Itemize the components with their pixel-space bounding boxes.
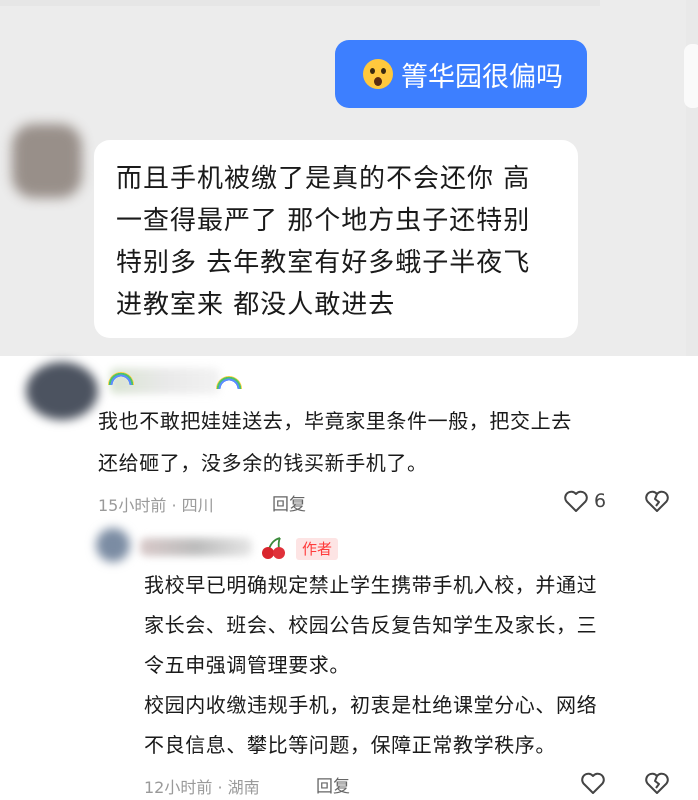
comment-text-line: 家长会、班会、校园公告反复告知学生及家长，三 — [144, 613, 598, 637]
comment-text-line: 还给砸了，没多余的钱买新手机了。 — [98, 451, 428, 475]
rainbow-icon — [216, 376, 242, 389]
comment-text-line: 令五申强调管理要求。 — [144, 653, 350, 677]
reply-button[interactable]: 回复 — [316, 772, 350, 797]
author-badge: 作者 — [296, 538, 339, 560]
shocked-emoji-icon — [363, 59, 393, 89]
cherry-icon — [262, 537, 285, 559]
incoming-message-line: 进教室来 都没人敢进去 — [116, 290, 396, 320]
author-avatar[interactable] — [96, 528, 130, 562]
incoming-message-line: 一查得最严了 那个地方虫子还特别 — [116, 206, 531, 236]
incoming-message-line: 特别多 去年教室有好多蛾子半夜飞 — [116, 248, 531, 278]
outgoing-message-bubble[interactable]: 箐华园很偏吗 — [335, 40, 587, 108]
like-count: 6 — [594, 490, 607, 512]
chat-top-strip — [0, 0, 600, 6]
contact-avatar[interactable] — [12, 124, 82, 198]
chat-right-edge — [684, 0, 698, 356]
incoming-message-bubble[interactable]: 而且手机被缴了是真的不会还你 高 一查得最严了 那个地方虫子还特别 特别多 去年… — [94, 140, 578, 338]
author-name-blurred[interactable] — [140, 538, 252, 556]
comment-text-line: 校园内收缴违规手机，初衷是杜绝课堂分心、网络 — [144, 693, 598, 717]
broken-heart-icon[interactable] — [644, 489, 670, 513]
comment-time-location: 15小时前 · 四川 — [98, 496, 214, 515]
outgoing-message-text: 箐华园很偏吗 — [401, 61, 563, 93]
comment-time-location: 12小时前 · 湖南 — [144, 778, 260, 797]
heart-outline-icon[interactable] — [563, 489, 589, 513]
reply-button[interactable]: 回复 — [272, 490, 306, 515]
heart-outline-icon[interactable] — [580, 771, 606, 795]
broken-heart-icon[interactable] — [644, 771, 670, 795]
comment-text-line: 我也不敢把娃娃送去，毕竟家里条件一般，把交上去 — [98, 409, 572, 433]
incoming-message-line: 而且手机被缴了是真的不会还你 高 — [116, 164, 531, 194]
chat-screenshot: 箐华园很偏吗 而且手机被缴了是真的不会还你 高 一查得最严了 那个地方虫子还特别… — [0, 0, 698, 356]
commenter-avatar[interactable] — [26, 362, 98, 420]
comment-text-line: 不良信息、攀比等问题，保障正常教学秩序。 — [144, 733, 556, 757]
comment-text-line: 我校早已明确规定禁止学生携带手机入校，并通过 — [144, 573, 598, 597]
